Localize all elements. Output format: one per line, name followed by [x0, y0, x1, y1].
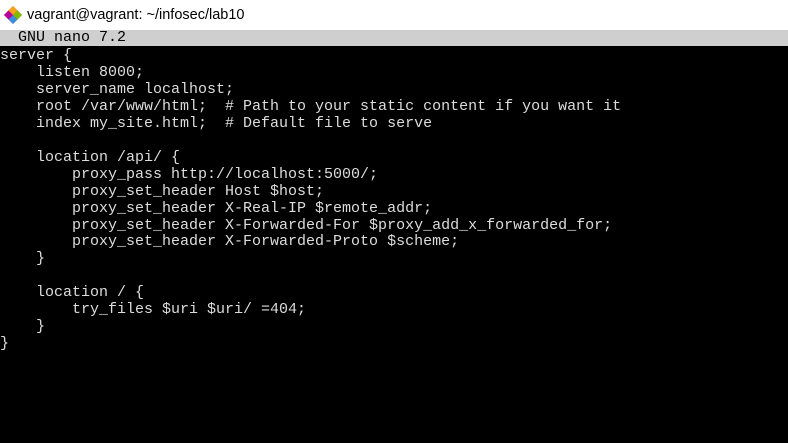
code-line[interactable]: proxy_set_header X-Forwarded-Proto $sche…	[0, 233, 459, 250]
code-line[interactable]: root /var/www/html; # Path to your stati…	[0, 98, 621, 115]
code-line[interactable]: listen 8000;	[0, 64, 144, 81]
code-line[interactable]: }	[0, 318, 45, 335]
nano-editor[interactable]: GNU nano 7.2 server { listen 8000; serve…	[0, 30, 788, 443]
code-line[interactable]: proxy_pass http://localhost:5000/;	[0, 166, 378, 183]
code-line[interactable]: proxy_set_header X-Real-IP $remote_addr;	[0, 200, 432, 217]
editor-text-area[interactable]: server { listen 8000; server_name localh…	[0, 46, 788, 443]
code-line[interactable]: proxy_set_header Host $host;	[0, 183, 324, 200]
git-bash-diamond-icon	[4, 6, 22, 24]
nano-version-label: GNU nano 7.2	[18, 30, 127, 46]
code-line[interactable]: index my_site.html; # Default file to se…	[0, 115, 432, 132]
code-line[interactable]: proxy_set_header X-Forwarded-For $proxy_…	[0, 217, 612, 234]
code-line[interactable]: server {	[0, 47, 72, 64]
terminal-window: vagrant@vagrant: ~/infosec/lab10 GNU nan…	[0, 0, 788, 443]
code-line[interactable]: try_files $uri $uri/ =404;	[0, 301, 306, 318]
window-title: vagrant@vagrant: ~/infosec/lab10	[27, 7, 245, 23]
nano-title-bar: GNU nano 7.2	[0, 30, 788, 46]
code-line[interactable]: }	[0, 250, 45, 267]
code-line[interactable]: }	[0, 335, 9, 352]
code-line[interactable]: location / {	[0, 284, 144, 301]
window-titlebar[interactable]: vagrant@vagrant: ~/infosec/lab10	[0, 0, 788, 30]
code-line[interactable]: server_name localhost;	[0, 81, 234, 98]
code-line[interactable]: location /api/ {	[0, 149, 180, 166]
